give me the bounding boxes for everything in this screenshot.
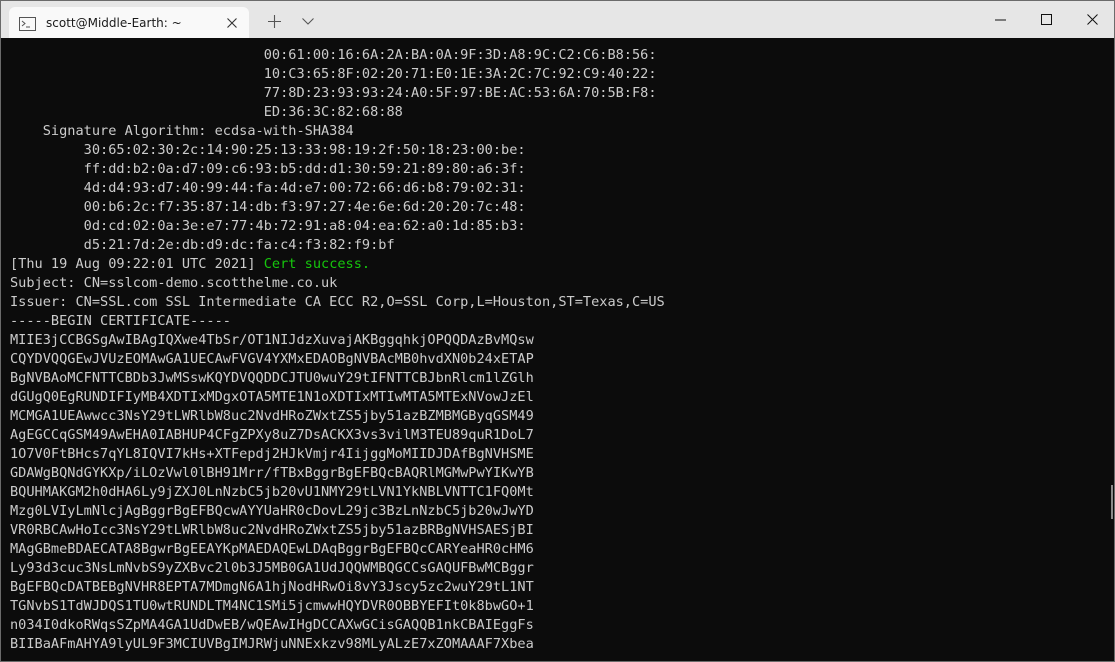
terminal-line: 00:b6:2c:f7:35:87:14:db:f3:97:27:4e:6e:6… <box>10 199 526 215</box>
terminal-line: 77:8D:23:93:93:24:A0:5F:97:BE:AC:53:6A:7… <box>10 85 657 101</box>
scrollbar[interactable] <box>1104 39 1114 661</box>
status-line: [Thu 19 Aug 09:22:01 UTC 2021] Cert succ… <box>10 255 1100 274</box>
terminal-line: Mzg0LVIyLmNlcjAgBggrBgEFBQcwAYYUaHR0cDov… <box>10 503 534 519</box>
terminal-line: Signature Algorithm: ecdsa-with-SHA384 <box>10 123 354 139</box>
terminal-line: MAgGBmeBDAECATA8BgwrBgEEAYKpMAEDAQEwLDAq… <box>10 541 534 557</box>
plus-icon <box>267 14 281 28</box>
terminal-line: ED:36:3C:82:68:88 <box>10 104 403 120</box>
close-icon <box>227 17 237 28</box>
terminal-line: MCMGA1UEAwwcc3NsY29tLWRlbW8uc2NvdHRoZWxt… <box>10 408 534 424</box>
terminal-line: TGNvbS1TdWJDQS1TU0wtRUNDLTM4NC1SMi5jcmww… <box>10 598 534 614</box>
terminal-line: 00:61:00:16:6A:2A:BA:0A:9F:3D:A8:9C:C2:C… <box>10 47 657 63</box>
terminal-line: Ly93d3cuc3NsLmNvbS9yZXBvc2l0b3J5MB0GA1Ud… <box>10 560 534 576</box>
terminal-line: Issuer: CN=SSL.com SSL Intermediate CA E… <box>10 294 665 310</box>
terminal-line: AgEGCCqGSM49AwEHA0IABHUP4CFgZPXy8uZ7DsAC… <box>10 427 534 443</box>
close-window-button[interactable] <box>1069 1 1114 38</box>
status-timestamp: [Thu 19 Aug 09:22:01 UTC 2021] <box>10 256 264 272</box>
minimize-button[interactable] <box>977 1 1023 38</box>
terminal-line: BQUHMAKGM2h0dHA6Ly9jZXJ0LnNzbC5jb20vU1NM… <box>10 484 534 500</box>
close-icon <box>1086 14 1098 25</box>
terminal-line: 10:C3:65:8F:02:20:71:E0:1E:3A:2C:7C:92:C… <box>10 66 657 82</box>
terminal-line: dGUgQ0EgRUNDIFIyMB4XDTIxMDgxOTA5MTE1N1oX… <box>10 389 534 405</box>
minimize-icon <box>994 19 1006 20</box>
tab-close-button[interactable] <box>217 8 247 38</box>
terminal-line: BgEFBQcDATBEBgNVHR8EPTA7MDmgN6A1hjNodHRw… <box>10 579 534 595</box>
terminal-output[interactable]: 00:61:00:16:6A:2A:BA:0A:9F:3D:A8:9C:C2:C… <box>10 46 1100 658</box>
chevron-down-icon <box>302 17 314 25</box>
maximize-icon <box>1040 14 1052 25</box>
maximize-button[interactable] <box>1023 1 1069 38</box>
terminal-line: VR0RBCAwHoIcc3NsY29tLWRlbW8uc2NvdHRoZWxt… <box>10 522 534 538</box>
new-tab-button[interactable] <box>259 7 289 35</box>
terminal-line: 30:65:02:30:2c:14:90:25:13:33:98:19:2f:5… <box>10 142 526 158</box>
terminal-icon <box>19 16 36 31</box>
terminal-line: -----BEGIN CERTIFICATE----- <box>10 313 231 329</box>
terminal-line: MIIE3jCCBGSgAwIBAgIQXwe4TbSr/OT1NIJdzXuv… <box>10 332 534 348</box>
tab-terminal[interactable]: scott@Middle-Earth: ~ <box>9 7 249 38</box>
terminal-line: 0d:cd:02:0a:3e:e7:77:4b:72:91:a8:04:ea:6… <box>10 218 526 234</box>
terminal-line: d5:21:7d:2e:db:d9:dc:fa:c4:f3:82:f9:bf <box>10 237 395 253</box>
terminal-line: GDAWgBQNdGYKXp/iLOzVwl0lBH91Mrr/fTBxBggr… <box>10 465 534 481</box>
profile-dropdown-button[interactable] <box>293 7 323 35</box>
terminal-line: BIIBaAFmAHYA9lyUL9F3MCIUVBgIMJRWjuNNExkz… <box>10 636 534 652</box>
terminal-line: BgNVBAoMCFNTTCBDb3JwMSswKQYDVQQDDCJTU0wu… <box>10 370 534 386</box>
terminal-line: CQYDVQQGEwJVUzEOMAwGA1UECAwFVGV4YXMxEDAO… <box>10 351 534 367</box>
terminal-window: scott@Middle-Earth: ~ 00:61:00:16:6A:2A:… <box>0 0 1115 662</box>
terminal-line: Subject: CN=sslcom-demo.scotthelme.co.uk <box>10 275 338 291</box>
status-success: Cert success. <box>263 256 371 272</box>
scrollbar-thumb[interactable] <box>1111 485 1113 519</box>
terminal-line: n034I0dkoRWqsSZpMA4GA1UdDwEB/wQEAwIHgDCC… <box>10 617 534 633</box>
terminal-line: 1O7V0FtBHcs7qYL8IQVI7kHs+XTFepdj2HJkVmjr… <box>10 446 534 462</box>
terminal-line: ff:dd:b2:0a:d7:09:c6:93:b5:dd:d1:30:59:2… <box>10 161 526 177</box>
title-bar: scott@Middle-Earth: ~ <box>1 1 1114 38</box>
terminal-line: 4d:d4:93:d7:40:99:44:fa:4d:e7:00:72:66:d… <box>10 180 526 196</box>
tab-title: scott@Middle-Earth: ~ <box>46 15 182 30</box>
